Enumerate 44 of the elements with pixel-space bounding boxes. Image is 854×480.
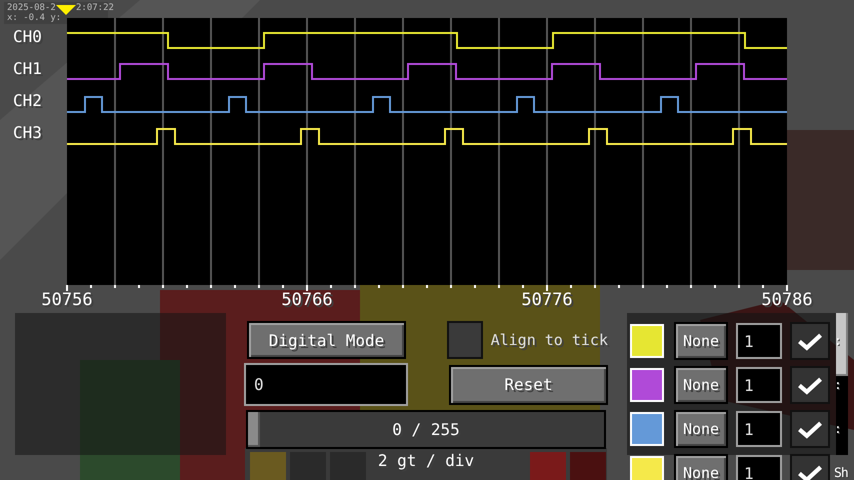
slider[interactable]: 0 / 255 [246, 410, 606, 449]
color-swatch[interactable] [630, 368, 664, 402]
mode-button[interactable]: Digital Mode [247, 321, 406, 359]
trigger-button[interactable]: None [674, 366, 728, 404]
trigger-button[interactable]: None [674, 454, 728, 480]
axis-label: 50756 [41, 290, 93, 310]
trigger-button[interactable]: None [674, 410, 728, 448]
input-field[interactable]: 1 [736, 323, 782, 359]
checkbox[interactable] [790, 322, 830, 360]
axis-label: 50776 [521, 290, 573, 310]
scale-label: 2 gt / div [378, 451, 474, 470]
color-swatch[interactable] [630, 456, 664, 480]
color-swatch[interactable] [630, 324, 664, 358]
debug-text: 2025-08-2 [7, 3, 56, 13]
trigger-button[interactable]: None [674, 322, 728, 360]
debug-text: 2:07:22 [76, 3, 114, 13]
checkbox-label: Align to tick [490, 331, 608, 349]
input-field[interactable]: 1 [736, 411, 782, 447]
cursor-marker-icon [56, 5, 76, 15]
slider-thumb[interactable] [248, 412, 260, 447]
checkbox[interactable] [447, 321, 483, 359]
input-field[interactable]: 1 [736, 455, 782, 480]
check-icon [797, 420, 823, 438]
color-swatch[interactable] [630, 412, 664, 446]
channel-name: Sh [834, 466, 848, 480]
axis-label: 50766 [281, 290, 333, 310]
reset-button[interactable]: Reset [449, 364, 608, 404]
debug-text: x: -0.4 y: [7, 13, 62, 23]
channel-label: CH3 [13, 124, 42, 142]
channel-name: : [834, 422, 841, 436]
check-icon [797, 332, 823, 350]
channel-name: : [834, 334, 841, 348]
input-field[interactable]: 0 [244, 363, 408, 406]
scrollbar[interactable] [836, 313, 848, 455]
checkbox[interactable] [790, 366, 830, 404]
channel-label: CH1 [13, 60, 42, 78]
axis-label: 50786 [761, 290, 813, 310]
channel-label: CH0 [13, 28, 42, 46]
channel-name: : [834, 378, 841, 392]
checkbox[interactable] [790, 410, 830, 448]
input-field[interactable]: 1 [736, 367, 782, 403]
check-icon [797, 464, 823, 480]
channel-label: CH2 [13, 92, 42, 110]
check-icon [797, 376, 823, 394]
